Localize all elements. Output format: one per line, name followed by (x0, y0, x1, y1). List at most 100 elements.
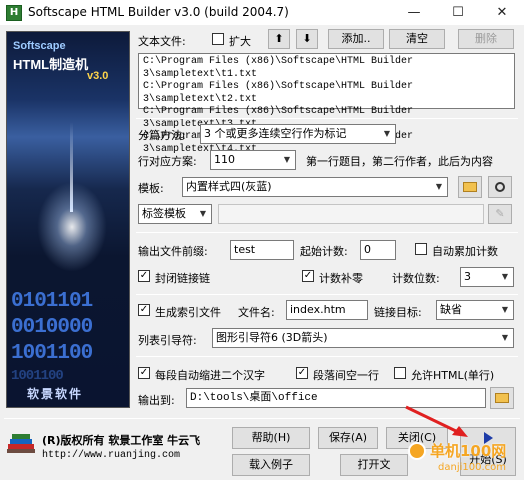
template-value: 内置样式四(灰蓝) (186, 180, 272, 193)
digit-count-value: 3 (464, 270, 471, 283)
line-scheme-value: 110 (214, 153, 235, 166)
folder-icon (463, 182, 477, 192)
tag-template-select[interactable]: 标签模板 ▼ (138, 204, 212, 224)
line-scheme-hint: 第一行题目，第二行作者，此后为内容 (306, 155, 493, 168)
browse-dir-button[interactable] (490, 387, 514, 409)
split-method-value: 3 个或更多连续空行作为标记 (204, 127, 347, 140)
output-prefix-input[interactable]: test (230, 240, 294, 260)
chevron-down-icon: ▼ (501, 333, 509, 342)
banner-binary-line: 0010000 (11, 316, 93, 339)
auto-increment-label: 自动累加计数 (432, 245, 498, 258)
move-up-button[interactable]: ⬆ (268, 29, 290, 49)
allow-html-label: 允许HTML(单行) (411, 369, 495, 382)
link-target-label: 链接目标: (374, 306, 422, 319)
text-files-label: 文本文件: (138, 35, 186, 48)
file-list[interactable]: C:\Program Files (x86)\Softscape\HTML Bu… (138, 53, 515, 155)
line-scheme-select[interactable]: 110 ▼ (210, 150, 296, 170)
preview-template-button[interactable] (488, 176, 512, 198)
app-icon: H (6, 5, 22, 21)
divider (136, 118, 518, 119)
tag-template-field[interactable] (218, 204, 484, 224)
window-title: Softscape HTML Builder v3.0 (build 2004.… (28, 5, 289, 19)
template-label: 模板: (138, 182, 164, 195)
website-link[interactable]: http://www.ruanjing.com (42, 450, 180, 461)
index-filename-label: 文件名: (238, 306, 275, 319)
seal-link-label: 封闭链接链 (155, 272, 210, 285)
template-select[interactable]: 内置样式四(灰蓝) ▼ (182, 177, 448, 197)
clear-files-button[interactable]: 清空 (389, 29, 445, 49)
output-dir-label: 输出到: (138, 394, 175, 407)
save-button[interactable]: 保存(A) (318, 427, 378, 449)
list-guide-select[interactable]: 图形引导符6 (3D箭头) ▼ (212, 328, 514, 348)
divider (136, 232, 518, 233)
list-guide-value: 图形引导符6 (3D箭头) (216, 331, 328, 344)
add-files-button[interactable]: 添加.. (328, 29, 384, 49)
watermark-text: 单机100网 (430, 442, 507, 460)
banner-cn-name: 软景软件 (27, 387, 84, 401)
open-folder-button[interactable]: 打开文 (340, 454, 408, 476)
watermark: 单机100网 danji100.com (408, 440, 524, 480)
search-icon (495, 182, 505, 192)
load-sample-button[interactable]: 载入例子 (232, 454, 310, 476)
chevron-down-icon: ▼ (501, 272, 509, 281)
open-template-button[interactable] (458, 176, 482, 198)
tag-template-value: 标签模板 (142, 207, 186, 220)
tag-template-edit-button[interactable]: ✎ (488, 204, 512, 224)
watermark-logo-icon (408, 442, 426, 460)
link-target-select[interactable]: 缺省 ▼ (436, 300, 514, 320)
blank-line-label: 段落间空一行 (313, 369, 379, 382)
minimize-button[interactable]: — (392, 0, 436, 26)
folder-icon (495, 393, 509, 403)
chevron-down-icon: ▼ (199, 209, 207, 218)
allow-html-checkbox[interactable] (394, 367, 406, 379)
banner-version: v3.0 (87, 70, 109, 82)
books-logo-icon (7, 434, 35, 453)
maximize-button[interactable]: ☐ (436, 0, 480, 26)
arrow-down-icon: ⬇ (302, 32, 312, 45)
title-bar: H Softscape HTML Builder v3.0 (build 200… (0, 0, 524, 26)
zero-pad-checkbox[interactable]: ✓ (302, 270, 314, 282)
start-count-input[interactable]: 0 (360, 240, 396, 260)
digit-count-select[interactable]: 3 ▼ (460, 267, 514, 287)
digit-count-label: 计数位数: (392, 272, 440, 285)
banner-brand: Softscape (13, 40, 66, 52)
delete-file-button[interactable]: 删除 (458, 29, 514, 49)
split-method-select[interactable]: 3 个或更多连续空行作为标记 ▼ (200, 124, 396, 144)
chevron-down-icon: ▼ (501, 305, 509, 314)
blank-line-checkbox[interactable]: ✓ (296, 367, 308, 379)
list-item[interactable]: C:\Program Files (x86)\Softscape\HTML Bu… (143, 81, 510, 106)
auto-increment-checkbox[interactable] (415, 243, 427, 255)
move-down-button[interactable]: ⬇ (296, 29, 318, 49)
link-target-value: 缺省 (440, 303, 462, 316)
seal-link-checkbox[interactable]: ✓ (138, 270, 150, 282)
banner-binary-line: 1001100 (11, 342, 93, 365)
line-scheme-label: 行对应方案: (138, 155, 197, 168)
list-item[interactable]: C:\Program Files (x86)\Softscape\HTML Bu… (143, 56, 510, 81)
auto-indent-label: 每段自动缩进二个汉字 (155, 369, 265, 382)
expand-checkbox[interactable] (212, 33, 224, 45)
list-guide-label: 列表引导符: (138, 334, 197, 347)
divider (136, 356, 518, 357)
generate-index-checkbox[interactable]: ✓ (138, 304, 150, 316)
auto-indent-checkbox[interactable]: ✓ (138, 367, 150, 379)
chevron-down-icon: ▼ (283, 155, 291, 164)
zero-pad-label: 计数补零 (319, 272, 363, 285)
banner-title: HTML制造机 (13, 57, 89, 72)
chevron-down-icon: ▼ (435, 182, 443, 191)
close-window-button[interactable]: ✕ (480, 0, 524, 26)
light-glow (37, 182, 107, 272)
output-prefix-label: 输出文件前缀: (138, 245, 208, 258)
chevron-down-icon: ▼ (383, 129, 391, 138)
banner-binary-line: 1001100 (11, 368, 64, 384)
start-count-label: 起始计数: (300, 245, 348, 258)
banner-binary-line: 0101101 (11, 290, 93, 313)
index-filename-input[interactable]: index.htm (286, 300, 368, 320)
arrow-up-icon: ⬆ (274, 32, 284, 45)
split-method-label: 分篇方法: (138, 129, 186, 142)
watermark-url: danji100.com (438, 462, 506, 473)
product-banner: Softscape HTML制造机 v3.0 0101101 0010000 1… (6, 31, 130, 408)
pen-icon: ✎ (495, 207, 505, 220)
copyright-text: (R)版权所有 软景工作室 牛云飞 (42, 434, 201, 447)
help-button[interactable]: 帮助(H) (232, 427, 310, 449)
generate-index-label: 生成索引文件 (155, 306, 221, 319)
